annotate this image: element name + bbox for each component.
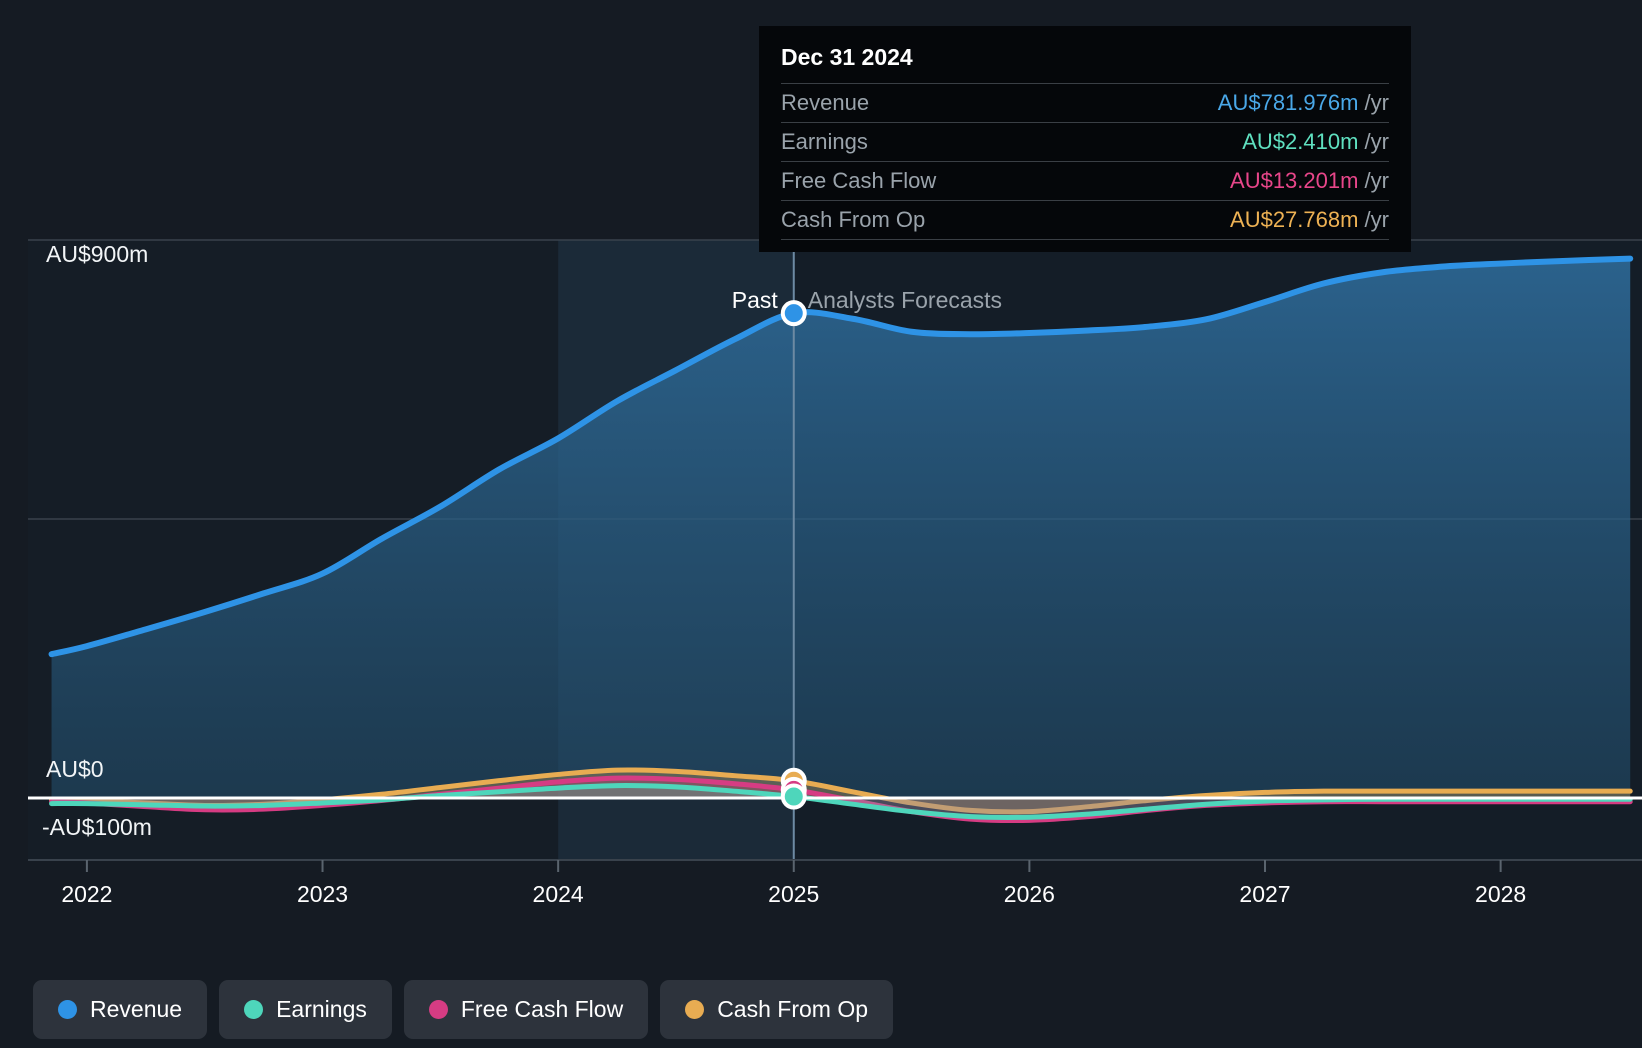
tooltip-value-amount: AU$27.768m	[1230, 207, 1359, 232]
tooltip-row-value: AU$13.201m /yr	[1070, 161, 1389, 201]
x-axis-tick-label: 2022	[61, 881, 112, 907]
legend-item-label: Free Cash Flow	[460, 996, 624, 1022]
highlight-marker-revenue[interactable]	[780, 300, 807, 327]
tooltip-row: Free Cash Flow AU$13.201m /yr	[781, 161, 1389, 201]
legend-item-revenue[interactable]: Revenue	[33, 980, 208, 1039]
tooltip-row: Revenue AU$781.976m /yr	[781, 83, 1389, 123]
x-axis-tick-label: 2024	[533, 881, 584, 907]
legend-color-dot-icon	[685, 1000, 705, 1019]
tooltip-value-amount: AU$781.976m	[1217, 90, 1359, 115]
x-axis-ticks: 2022 2023 2024 2025 2026 2027 2028	[61, 860, 1526, 907]
legend-color-dot-icon	[244, 1000, 264, 1019]
tooltip-row-label: Cash From Op	[781, 200, 1071, 240]
tooltip-date: Dec 31 2024	[781, 44, 913, 70]
legend-item-cash-from-op[interactable]: Cash From Op	[660, 980, 894, 1039]
tooltip-value-amount: AU$2.410m	[1242, 129, 1359, 154]
tooltip-row-label: Free Cash Flow	[781, 161, 1071, 201]
tooltip-value-unit: /yr	[1358, 129, 1389, 154]
tooltip-value-amount: AU$13.201m	[1230, 168, 1359, 193]
legend-item-label: Cash From Op	[717, 996, 869, 1022]
x-axis-tick-label: 2023	[297, 881, 348, 907]
tooltip-table: Revenue AU$781.976m /yr Earnings AU$2.410m …	[781, 83, 1389, 240]
tooltip-row-value: AU$2.410m /yr	[1070, 122, 1389, 162]
legend-item-label: Earnings	[276, 996, 367, 1022]
legend-color-dot-icon	[58, 1000, 77, 1019]
x-axis-tick-label: 2026	[1004, 881, 1055, 907]
tooltip-value-unit: /yr	[1358, 207, 1389, 232]
x-axis-tick-label: 2027	[1239, 881, 1290, 907]
highlight-marker-earnings[interactable]	[780, 783, 807, 810]
tooltip-row-label: Earnings	[781, 122, 1071, 162]
legend-item-free-cash-flow[interactable]: Free Cash Flow	[403, 980, 649, 1039]
y-axis-label-max: AU$900m	[46, 241, 148, 267]
x-axis-tick-label: 2025	[768, 881, 819, 907]
x-axis-tick-label: 2028	[1475, 881, 1526, 907]
tooltip-row-label: Revenue	[781, 83, 1071, 123]
tooltip-row-value: AU$781.976m /yr	[1070, 83, 1389, 123]
y-axis-label-min: -AU$100m	[42, 814, 152, 840]
legend-color-dot-icon	[428, 1000, 448, 1019]
y-axis-label-zero: AU$0	[46, 756, 104, 782]
tooltip-row-value: AU$27.768m /yr	[1070, 200, 1389, 240]
past-label: Past	[732, 287, 779, 313]
revenue-earnings-chart: Past Analysts Forecasts AU$900m AU$0 -AU…	[0, 0, 1642, 1048]
tooltip-row: Earnings AU$2.410m /yr	[781, 122, 1389, 162]
legend-item-earnings[interactable]: Earnings	[219, 980, 392, 1039]
tooltip-value-unit: /yr	[1358, 168, 1389, 193]
tooltip-row: Cash From Op AU$27.768m /yr	[781, 200, 1389, 240]
tooltip-value-unit: /yr	[1358, 90, 1389, 115]
legend-item-label: Revenue	[90, 996, 183, 1022]
chart-legend[interactable]: Revenue Earnings Free Cash Flow Cash From O…	[33, 980, 894, 1039]
analysts-forecasts-label: Analysts Forecasts	[808, 287, 1002, 313]
data-tooltip: Dec 31 2024 Revenue AU$781.976m /yr Earnin…	[759, 26, 1411, 252]
